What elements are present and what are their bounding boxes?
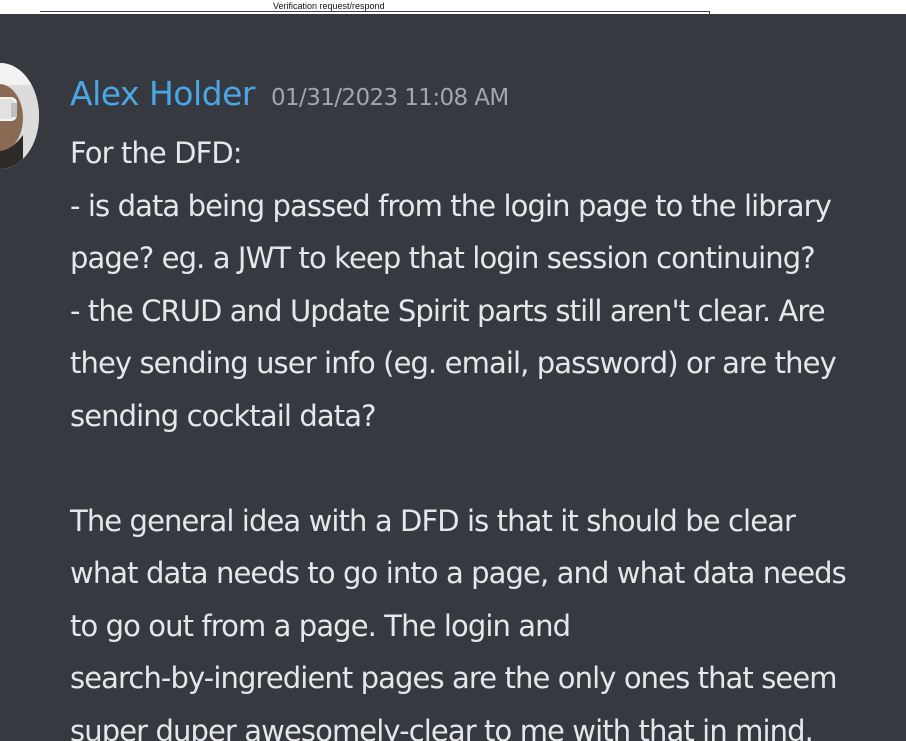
message-line: page? eg. a JWT to keep that login sessi… xyxy=(70,241,816,275)
message-timestamp: 01/31/2023 11:08 AM xyxy=(270,85,509,111)
message-line: sending cocktail data? xyxy=(70,398,377,433)
message-line: - is data being passed from the login pa… xyxy=(70,188,832,223)
message-author[interactable]: Alex Holder xyxy=(70,74,255,113)
message-body: For the DFD: - is data being passed from… xyxy=(70,127,906,741)
message-line: what data needs to go into a page, and w… xyxy=(70,556,847,590)
header-divider xyxy=(40,11,710,12)
message-line: The general idea with a DFD is that it s… xyxy=(70,503,796,538)
message-line: - the CRUD and Update Spirit parts still… xyxy=(70,293,826,328)
message-header: Alex Holder 01/31/2023 11:08 AM xyxy=(70,74,509,113)
header-strip: Verification request/respond xyxy=(0,0,906,14)
avatar[interactable] xyxy=(0,63,39,169)
message-line: search-by-ingredient pages are the only … xyxy=(70,661,838,695)
message-line: they sending user info (eg. email, passw… xyxy=(70,346,837,380)
message-line: to go out from a page. The login and xyxy=(70,608,571,643)
message-line: For the DFD: xyxy=(70,136,243,170)
chat-panel: Alex Holder 01/31/2023 11:08 AM For the D… xyxy=(0,14,906,741)
header-caption: Verification request/respond xyxy=(272,1,386,11)
user-avatar-icon xyxy=(0,63,39,169)
message-line: super duper awesomely-clear to me with t… xyxy=(70,713,814,741)
